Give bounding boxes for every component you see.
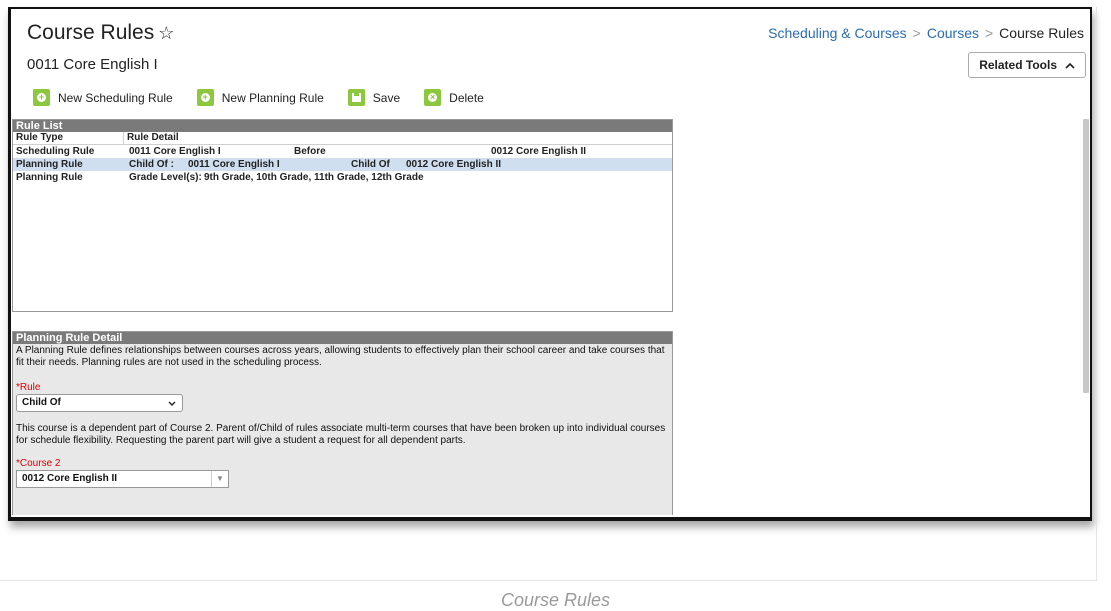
- new-planning-rule-button[interactable]: + New Planning Rule: [196, 89, 324, 106]
- page-scrollbar[interactable]: [1083, 119, 1089, 393]
- delete-icon: ×: [424, 89, 442, 106]
- image-caption: Course Rules: [500, 590, 611, 610]
- column-header-rule-detail[interactable]: Rule Detail: [124, 132, 672, 144]
- row-detail-course: 0011 Core English I: [129, 146, 221, 157]
- delete-button[interactable]: × Delete: [424, 89, 484, 106]
- row-detail-relation2: Child Of: [351, 159, 390, 170]
- new-planning-rule-label: New Planning Rule: [221, 90, 324, 105]
- favorite-star-icon[interactable]: ☆: [158, 23, 174, 43]
- row-detail-course2: 0012 Core English II: [406, 159, 502, 170]
- add-icon: +: [33, 89, 50, 106]
- row-detail-grades: 9th Grade, 10th Grade, 11th Grade, 12th …: [204, 172, 424, 183]
- breadcrumb-separator-icon: >: [912, 25, 921, 41]
- row-detail-grade-label: Grade Level(s):: [129, 172, 202, 183]
- column-header-rule-type[interactable]: Rule Type: [13, 132, 124, 144]
- rule-select-value: Child Of: [22, 397, 61, 408]
- course2-field-label: *Course 2: [16, 458, 61, 469]
- toolbar: + New Scheduling Rule + New Planning Rul…: [33, 89, 508, 106]
- rule-list-panel: Rule List Rule Type Rule Detail Scheduli…: [12, 119, 673, 312]
- divider: [0, 580, 1096, 581]
- row-detail-course: 0011 Core English I: [188, 159, 280, 170]
- rule-list-header: Rule List: [13, 120, 672, 132]
- table-row-selected[interactable]: Planning Rule Child Of : 0011 Core Engli…: [13, 158, 672, 171]
- chevron-down-icon: [168, 401, 176, 406]
- rule-list-column-headers: Rule Type Rule Detail: [13, 132, 672, 145]
- table-row[interactable]: Planning Rule Grade Level(s): 9th Grade,…: [13, 171, 672, 184]
- app-window: Course Rules ☆ 0011 Core English I Schedu…: [8, 7, 1092, 521]
- course-subtitle: 0011 Core English I: [27, 56, 158, 73]
- save-label: Save: [372, 90, 401, 105]
- related-tools-button[interactable]: Related Tools: [968, 52, 1086, 78]
- course2-value: 0012 Core English II: [22, 473, 118, 484]
- new-scheduling-rule-button[interactable]: + New Scheduling Rule: [33, 89, 173, 106]
- rule-help-text: This course is a dependent part of Cours…: [16, 423, 666, 446]
- table-row[interactable]: Scheduling Rule 0011 Core English I Befo…: [13, 145, 672, 158]
- breadcrumb-current: Course Rules: [999, 25, 1084, 41]
- row-rule-type: Planning Rule: [16, 159, 83, 170]
- breadcrumb-courses[interactable]: Courses: [927, 25, 979, 41]
- course2-combobox[interactable]: 0012 Core English II ▼: [16, 470, 229, 488]
- rule-field-label: *Rule: [16, 382, 41, 393]
- add-icon: +: [196, 89, 214, 106]
- page-title: Course Rules ☆: [27, 21, 174, 45]
- breadcrumb-separator-icon: >: [984, 25, 994, 41]
- row-detail-relation: Child Of :: [129, 159, 174, 170]
- row-detail-relation: Before: [294, 146, 326, 157]
- chevron-up-icon: [1065, 62, 1075, 69]
- breadcrumb: Scheduling & Courses > Courses > Course Rule…: [768, 25, 1084, 41]
- planning-rule-detail-panel: Planning Rule Detail A Planning Rule def…: [12, 331, 673, 515]
- planning-rule-description: A Planning Rule defines relationships be…: [16, 345, 665, 368]
- save-icon: [347, 89, 365, 106]
- save-button[interactable]: Save: [347, 89, 401, 106]
- related-tools-label: Related Tools: [979, 58, 1057, 72]
- row-detail-course2: 0012 Core English II: [491, 146, 587, 157]
- delete-label: Delete: [449, 90, 484, 105]
- rule-select[interactable]: Child Of: [16, 394, 183, 412]
- new-scheduling-rule-label: New Scheduling Rule: [58, 90, 173, 105]
- dropdown-arrow-icon[interactable]: ▼: [211, 471, 228, 487]
- breadcrumb-scheduling-courses[interactable]: Scheduling & Courses: [768, 25, 907, 41]
- row-rule-type: Planning Rule: [16, 172, 83, 183]
- row-rule-type: Scheduling Rule: [16, 146, 95, 157]
- page-title-text: Course Rules: [27, 21, 155, 44]
- planning-rule-detail-header: Planning Rule Detail: [13, 332, 672, 344]
- divider: [1096, 7, 1097, 581]
